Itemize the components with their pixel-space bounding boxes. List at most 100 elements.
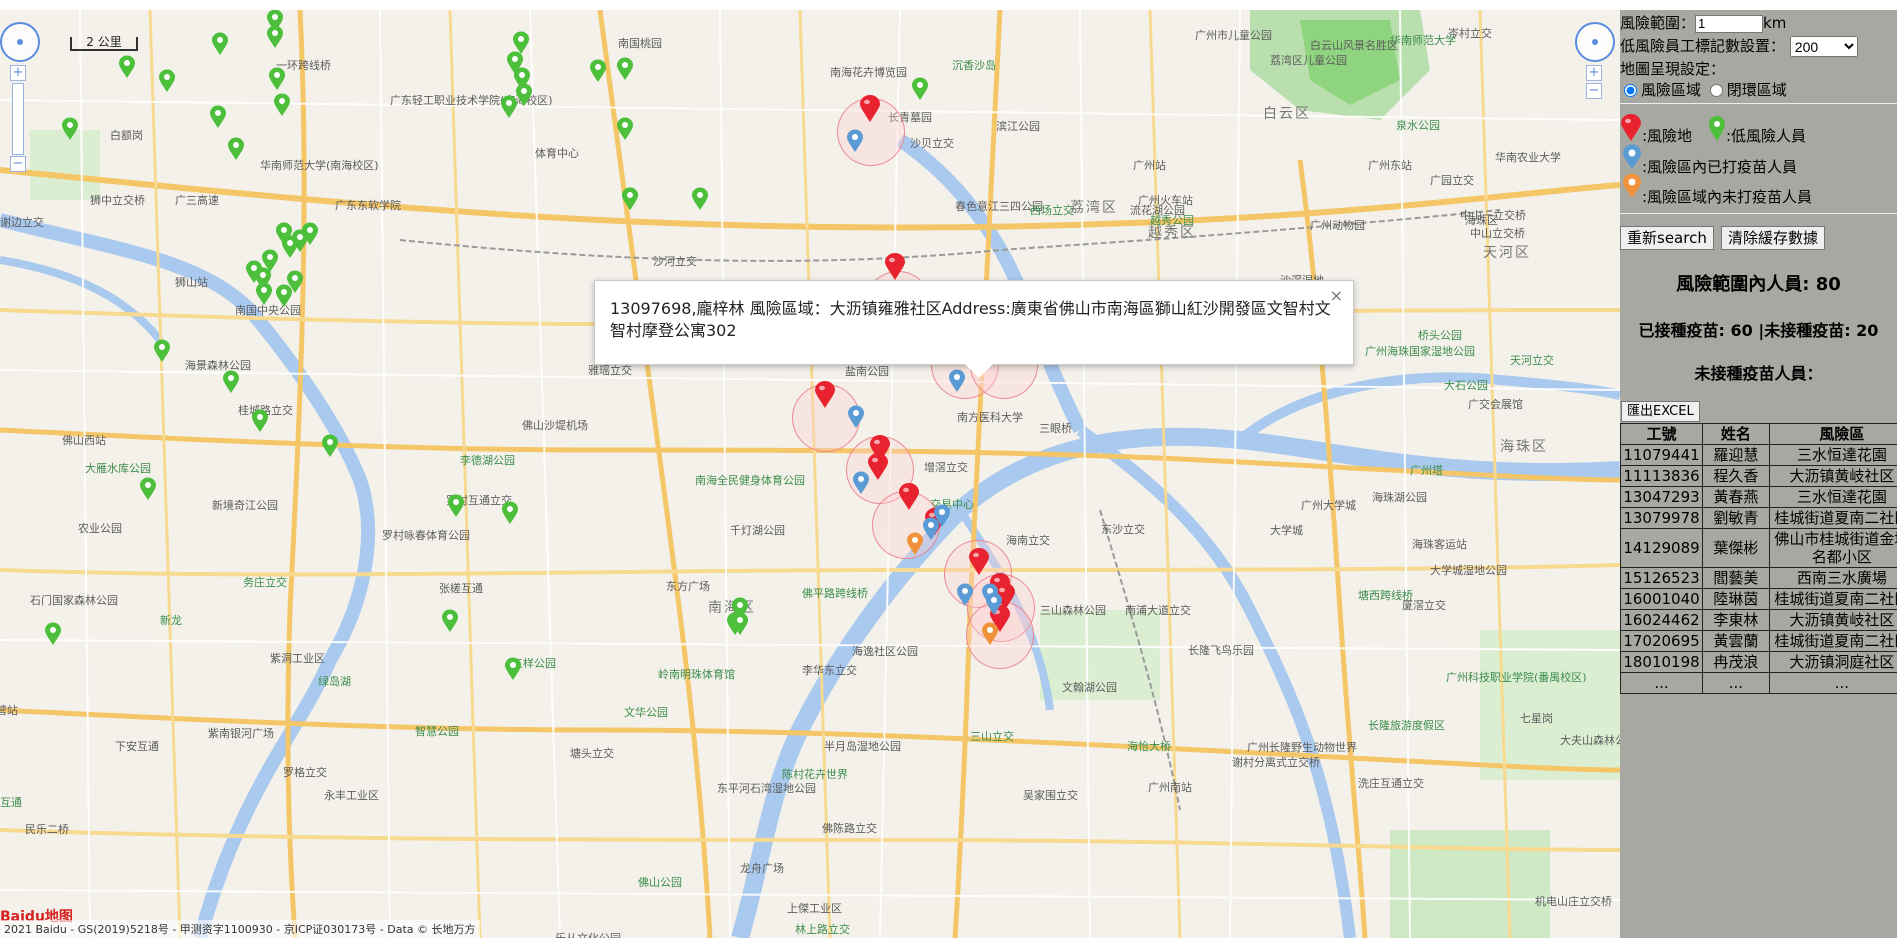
clear-cache-button[interactable]: 清除緩存數據	[1721, 226, 1826, 250]
low-risk-person-pin-icon[interactable]	[139, 477, 157, 501]
low-risk-person-pin-icon[interactable]	[691, 187, 709, 211]
place-label: 体育中心	[535, 147, 579, 160]
place-label: 龙舟广场	[740, 862, 784, 875]
low-risk-person-pin-icon[interactable]	[61, 117, 79, 141]
low-risk-person-pin-icon[interactable]	[286, 270, 304, 294]
low-risk-person-pin-icon[interactable]	[118, 55, 136, 79]
place-label: 下安互通	[115, 740, 159, 753]
table-row: .........	[1620, 672, 1897, 694]
unvaccinated-person-pin-icon[interactable]	[906, 532, 924, 556]
low-risk-person-pin-icon[interactable]	[255, 282, 273, 306]
place-label: 广州长隆野生动物世界	[1247, 741, 1357, 754]
cell-name: 黃春燕	[1701, 486, 1770, 508]
place-label: 李华东立交	[802, 664, 857, 677]
place-label: 佛平路跨线桥	[802, 587, 868, 600]
low-risk-person-pin-icon[interactable]	[245, 260, 263, 284]
legend-unvaccinated-label: :風險區域內未打疫苗人員	[1642, 188, 1813, 206]
low-risk-person-pin-icon[interactable]	[227, 137, 245, 161]
map-canvas[interactable]: 南国桃园 一环跨线桥 广东轻工职业技术学院(南海校区) 华南师范大学(南海校区) 广东东…	[0, 10, 1620, 938]
place-label: 佛陈路立交	[822, 822, 877, 835]
low-risk-person-pin-icon[interactable]	[504, 657, 522, 681]
low-risk-person-pin-icon[interactable]	[222, 370, 240, 394]
zoom-in-button-right[interactable]: +	[1586, 65, 1602, 81]
low-risk-person-pin-icon[interactable]	[301, 222, 319, 246]
zoom-out-button-right[interactable]: −	[1586, 83, 1602, 99]
district-label: 白云区	[1263, 106, 1311, 122]
zoom-out-button-left[interactable]: −	[10, 156, 26, 172]
radio-ring-area[interactable]	[1709, 84, 1723, 97]
place-label: 沙河立交	[653, 255, 697, 268]
radio-risk-area[interactable]	[1624, 84, 1637, 97]
place-label: 石门国家森林公园	[30, 594, 118, 607]
low-risk-person-pin-icon[interactable]	[441, 609, 459, 633]
place-label: 岑村立交	[1448, 27, 1492, 40]
low-risk-person-pin-icon[interactable]	[268, 67, 286, 91]
vaccinated-person-pin-icon[interactable]	[922, 517, 940, 541]
place-label: 文华公园	[624, 706, 668, 719]
place-label: 广州海珠国家湿地公园	[1365, 345, 1475, 358]
vaccinated-person-pin-icon[interactable]	[846, 129, 864, 153]
cell-id: 16001040	[1620, 588, 1703, 610]
vaccinated-person-pin-icon[interactable]	[847, 405, 865, 429]
place-label: 三眼桥	[1039, 422, 1072, 435]
place-label: 泉水公园	[1396, 119, 1440, 132]
low-risk-person-pin-icon[interactable]	[447, 494, 465, 518]
risk-location-pin-icon[interactable]	[898, 483, 920, 511]
low-risk-person-pin-icon[interactable]	[158, 69, 176, 93]
place-label: 狮中立交桥	[90, 194, 145, 207]
risk-location-pin-icon[interactable]	[867, 453, 889, 481]
place-label: 张槎互通	[439, 582, 483, 595]
low-risk-person-pin-icon[interactable]	[211, 32, 229, 56]
place-label: 谢村分离式立交桥	[1232, 756, 1320, 769]
place-label: 荔湾区儿童公园	[1270, 54, 1347, 67]
cell-area: 三水恒達花園	[1768, 444, 1897, 466]
radius-input[interactable]	[1695, 14, 1764, 33]
low-risk-person-pin-icon[interactable]	[731, 612, 749, 636]
low-risk-person-pin-icon[interactable]	[266, 25, 284, 49]
place-label: 务庄立交	[243, 576, 287, 589]
low-risk-person-pin-icon[interactable]	[209, 105, 227, 129]
place-label: 广州动物园	[1310, 219, 1365, 232]
vaccinated-person-pin-icon[interactable]	[852, 471, 870, 495]
low-risk-person-pin-icon[interactable]	[512, 31, 530, 55]
risk-location-pin-icon[interactable]	[884, 253, 906, 281]
low-risk-person-pin-icon[interactable]	[251, 409, 269, 433]
threshold-select[interactable]: 200	[1789, 36, 1858, 57]
low-risk-person-pin-icon[interactable]	[153, 339, 171, 363]
risk-location-pin-icon[interactable]	[968, 548, 990, 576]
vaccinated-person-pin-icon[interactable]	[985, 592, 1003, 616]
low-risk-person-pin-icon[interactable]	[321, 434, 339, 458]
unvaccinated-person-pin-icon[interactable]	[981, 622, 999, 646]
zoom-in-button-left[interactable]: +	[10, 65, 26, 81]
vaccinated-person-pin-icon[interactable]	[956, 583, 974, 607]
table-row: 14129089 葉傑彬 佛山市桂城街道金域名都小区	[1620, 528, 1897, 568]
vaccinated-person-pin-icon[interactable]	[948, 369, 966, 393]
place-label: 广交会展馆	[1468, 398, 1523, 411]
popup-close-icon[interactable]: ×	[1330, 285, 1343, 307]
place-label: 佛山公园	[638, 876, 682, 889]
low-risk-person-pin-icon[interactable]	[911, 77, 929, 101]
low-risk-person-pin-icon[interactable]	[515, 83, 533, 107]
place-label: 长隆旅游度假区	[1368, 719, 1445, 732]
pan-control-left[interactable]	[0, 22, 40, 62]
low-risk-person-pin-icon[interactable]	[273, 93, 291, 117]
table-row: 17020695 黃雲蘭 桂城街道夏南二社区	[1620, 630, 1897, 652]
export-excel-button[interactable]: 匯出EXCEL	[1621, 401, 1700, 422]
place-label: 陈村花卉世界	[782, 768, 848, 781]
research-button[interactable]: 重新search	[1620, 226, 1714, 250]
low-risk-person-pin-icon[interactable]	[44, 622, 62, 646]
table-row: 13047293 黃春燕 三水恒達花園	[1620, 486, 1897, 508]
risk-location-pin-icon[interactable]	[859, 95, 881, 123]
place-label: 李德湖公园	[460, 454, 515, 467]
low-risk-person-pin-icon[interactable]	[621, 187, 639, 211]
risk-location-pin-icon[interactable]	[814, 381, 836, 409]
place-label: 广州科技职业学院(番禺校区)	[1446, 671, 1587, 684]
place-label: 百东互通	[0, 796, 22, 809]
pan-control-right[interactable]	[1575, 22, 1615, 62]
low-risk-person-pin-icon[interactable]	[589, 59, 607, 83]
low-risk-person-pin-icon[interactable]	[616, 117, 634, 141]
zoom-slider-left[interactable]	[12, 83, 24, 155]
legend-risk-pin-icon	[1620, 114, 1642, 146]
low-risk-person-pin-icon[interactable]	[501, 501, 519, 525]
low-risk-person-pin-icon[interactable]	[616, 57, 634, 81]
